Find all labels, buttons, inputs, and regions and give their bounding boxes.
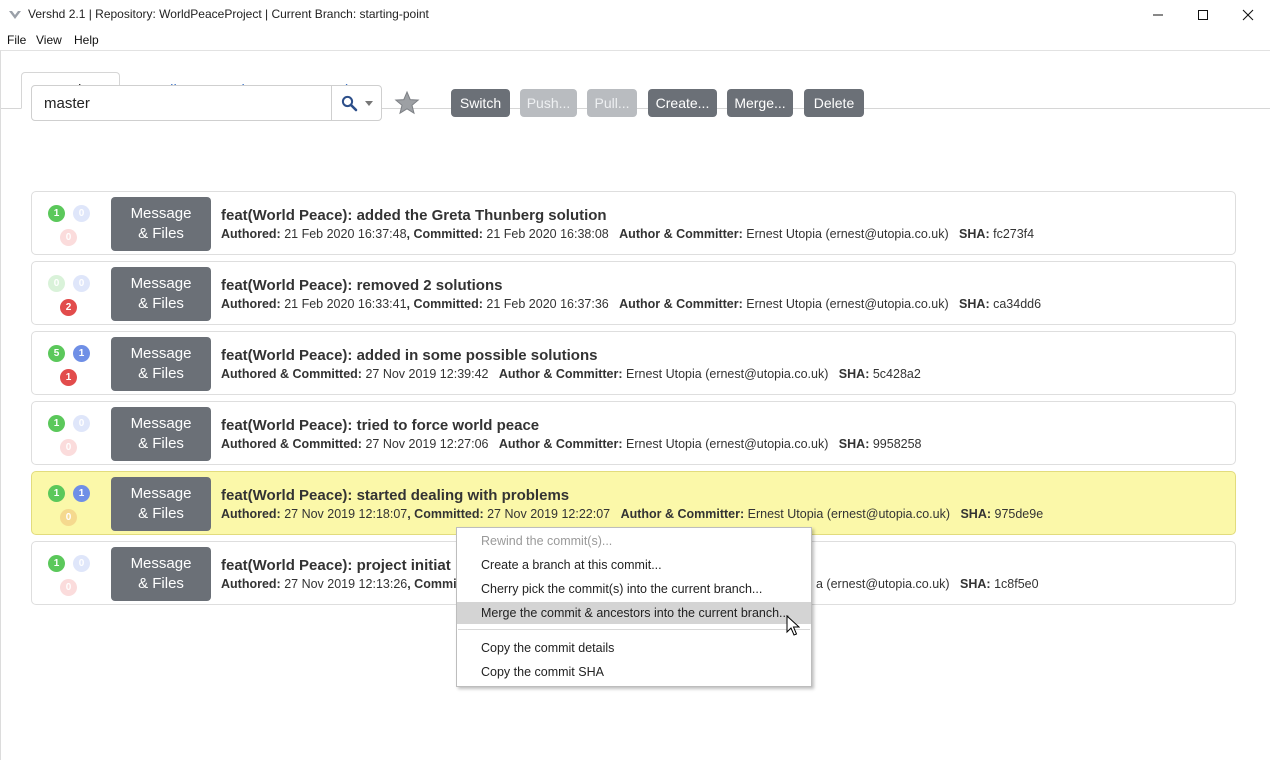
commit-meta: Authored: 27 Nov 2019 12:13:26, Commi [221, 577, 457, 591]
commit-title: feat(World Peace): added the Greta Thunb… [221, 207, 607, 224]
maximize-icon [1198, 10, 1208, 20]
branch-search [31, 85, 382, 121]
title-bar: Vershd 2.1 | Repository: WorldPeaceProje… [0, 0, 1270, 30]
commit-title: feat(World Peace): started dealing with … [221, 487, 570, 504]
menu-view[interactable]: View [36, 33, 62, 47]
pull-button[interactable]: Pull... [587, 89, 637, 117]
mouse-cursor-icon [786, 615, 800, 636]
menu-item-rewind[interactable]: Rewind the commit(s)... [457, 530, 811, 552]
commit-meta: Authored: 21 Feb 2020 16:37:48, Committe… [221, 227, 1035, 241]
message-files-button[interactable]: Message & Files [111, 477, 211, 531]
deleted-count-badge: 1 [60, 369, 77, 386]
modified-count-badge: 1 [73, 485, 90, 502]
message-files-button[interactable]: Message & Files [111, 267, 211, 321]
commit-meta: Authored: 21 Feb 2020 16:33:41, Committe… [221, 297, 1042, 311]
commit-title: feat(World Peace): removed 2 solutions [221, 277, 503, 294]
commit-title: feat(World Peace): tried to force world … [221, 417, 540, 434]
push-button[interactable]: Push... [520, 89, 577, 117]
menu-file[interactable]: File [7, 33, 26, 47]
commit-row[interactable]: 5 1 1 Message & Files feat(World Peace): … [31, 331, 1236, 395]
search-icon [341, 95, 358, 112]
message-files-button[interactable]: Message & Files [111, 547, 211, 601]
menu-separator [458, 629, 810, 630]
modified-count-badge: 0 [73, 415, 90, 432]
added-count-badge: 0 [48, 275, 65, 292]
message-files-button[interactable]: Message & Files [111, 337, 211, 391]
menu-item-create-branch[interactable]: Create a branch at this commit... [457, 554, 811, 576]
deleted-count-badge: 0 [60, 509, 77, 526]
modified-count-badge: 0 [73, 205, 90, 222]
app-logo-icon [9, 11, 21, 19]
deleted-count-badge: 0 [60, 579, 77, 596]
commit-meta: Authored & Committed: 27 Nov 2019 12:39:… [221, 367, 921, 381]
minimize-button[interactable] [1135, 0, 1181, 30]
commit-title: feat(World Peace): project initiat [221, 557, 451, 574]
commit-row-selected[interactable]: 1 1 0 Message & Files feat(World Peace): … [31, 471, 1236, 535]
minimize-icon [1153, 14, 1163, 16]
commit-title: feat(World Peace): added in some possibl… [221, 347, 598, 364]
commit-context-menu: Rewind the commit(s)... Create a branch … [456, 527, 812, 687]
commit-meta-right: a (ernest@utopia.co.uk) SHA: 1c8f5e0 [816, 577, 1039, 591]
maximize-button[interactable] [1180, 0, 1226, 30]
favourite-star-icon[interactable] [394, 90, 420, 116]
commit-meta: Authored: 27 Nov 2019 12:18:07, Committe… [221, 507, 1044, 521]
search-dropdown-button[interactable] [331, 86, 381, 120]
menu-help[interactable]: Help [74, 33, 99, 47]
menu-item-copy-sha[interactable]: Copy the commit SHA [457, 661, 811, 683]
commit-row[interactable]: 1 0 0 Message & Files feat(World Peace): … [31, 401, 1236, 465]
added-count-badge: 1 [48, 205, 65, 222]
switch-button[interactable]: Switch [451, 89, 510, 117]
delete-button[interactable]: Delete [804, 89, 864, 117]
deleted-count-badge: 0 [60, 439, 77, 456]
added-count-badge: 1 [48, 555, 65, 572]
modified-count-badge: 0 [73, 555, 90, 572]
commit-meta: Authored & Committed: 27 Nov 2019 12:27:… [221, 437, 922, 451]
menu-bar: File View Help [0, 30, 1270, 50]
message-files-button[interactable]: Message & Files [111, 407, 211, 461]
branch-search-input[interactable] [32, 86, 330, 120]
menu-item-cherry-pick[interactable]: Cherry pick the commit(s) into the curre… [457, 578, 811, 600]
window-title: Vershd 2.1 | Repository: WorldPeaceProje… [28, 7, 429, 21]
message-files-button[interactable]: Message & Files [111, 197, 211, 251]
create-button[interactable]: Create... [648, 89, 717, 117]
close-icon [1242, 9, 1254, 21]
menu-item-copy-details[interactable]: Copy the commit details [457, 637, 811, 659]
chevron-down-icon [365, 101, 373, 106]
modified-count-badge: 0 [73, 275, 90, 292]
deleted-count-badge: 0 [60, 229, 77, 246]
merge-button[interactable]: Merge... [727, 89, 793, 117]
commit-row[interactable]: 0 0 2 Message & Files feat(World Peace): … [31, 261, 1236, 325]
deleted-count-badge: 2 [60, 299, 77, 316]
added-count-badge: 5 [48, 345, 65, 362]
added-count-badge: 1 [48, 485, 65, 502]
added-count-badge: 1 [48, 415, 65, 432]
menu-item-merge[interactable]: Merge the commit & ancestors into the cu… [457, 602, 811, 624]
commit-row[interactable]: 1 0 0 Message & Files feat(World Peace): … [31, 191, 1236, 255]
modified-count-badge: 1 [73, 345, 90, 362]
close-button[interactable] [1225, 0, 1270, 30]
